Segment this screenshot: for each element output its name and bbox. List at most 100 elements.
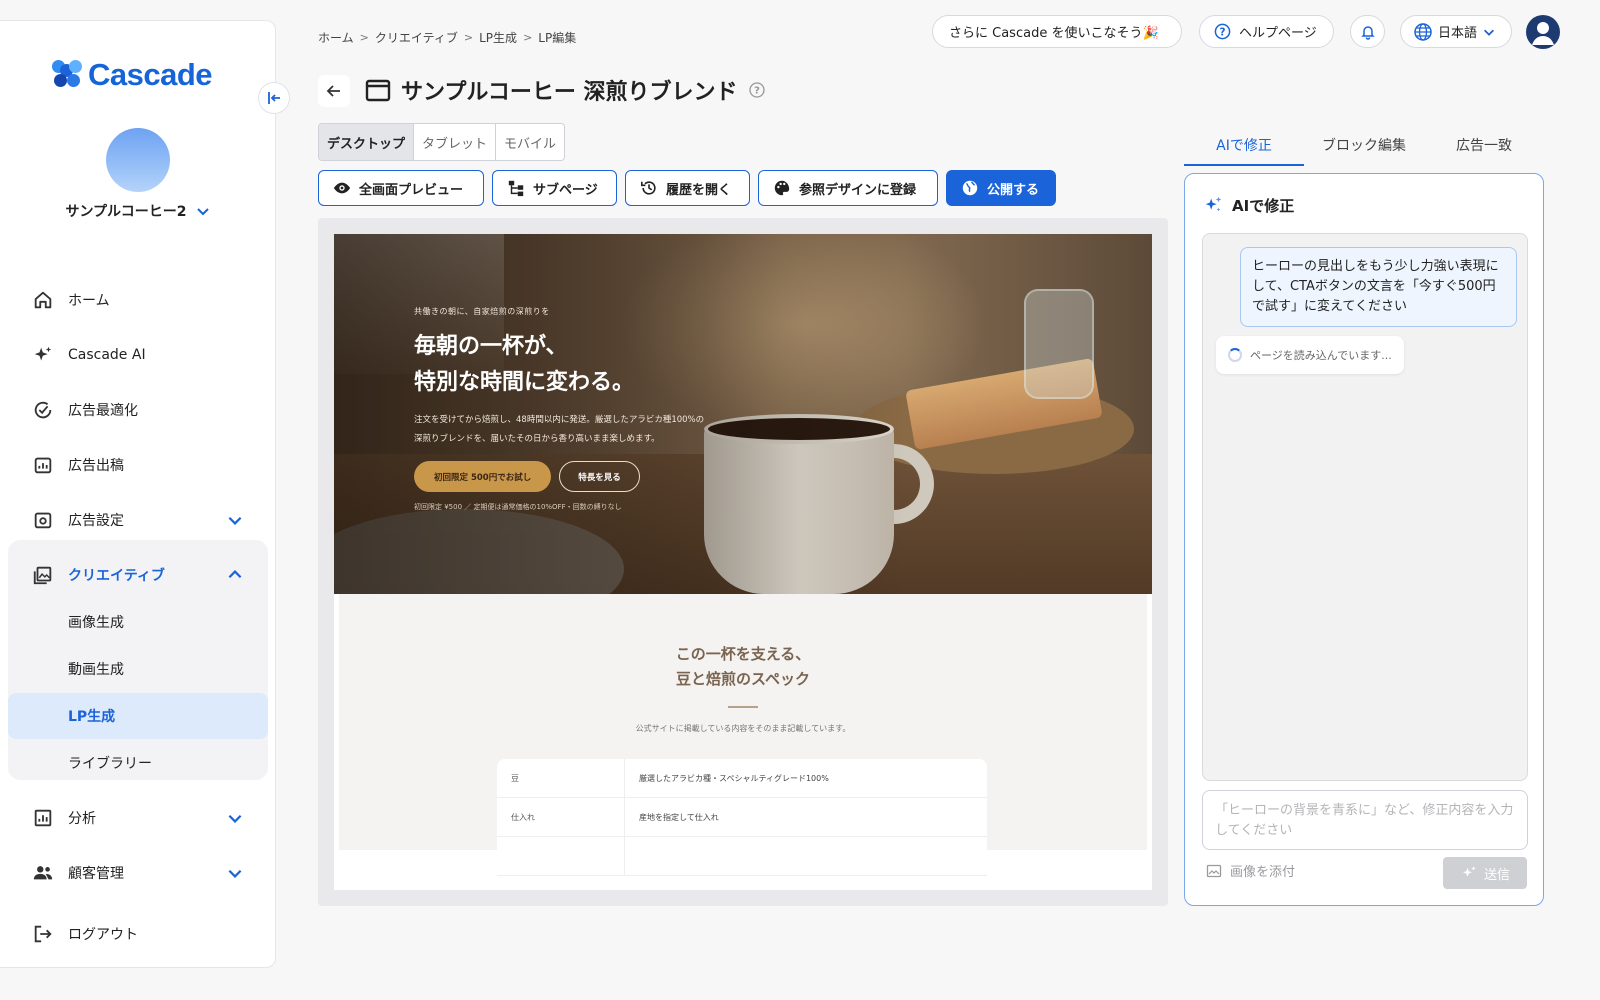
help-circle-icon[interactable]: ? (748, 81, 766, 99)
spec-divider (728, 706, 758, 708)
ai-fix-panel: AIで修正 ヒーローの見出しをもう少し力強い表現にして、CTAボタンの文言を「今… (1184, 173, 1544, 906)
back-button[interactable] (318, 75, 350, 107)
send-button[interactable]: 送信 (1443, 857, 1527, 889)
sidebar-subitem-video-gen[interactable]: 動画生成 (8, 646, 268, 692)
sidebar-item-analytics[interactable]: 分析 (8, 795, 268, 841)
cascade-logo-mark (52, 60, 82, 90)
publish-button[interactable]: 公開する (946, 170, 1056, 206)
history-button[interactable]: 履歴を開く (625, 170, 750, 206)
notifications-button[interactable] (1350, 15, 1385, 48)
attach-image-button[interactable]: 画像を添付 (1206, 861, 1295, 880)
subpage-button[interactable]: サブページ (492, 170, 617, 206)
sparkle-icon (1462, 866, 1476, 877)
hero-cta-secondary[interactable]: 特長を見る (559, 461, 640, 492)
hero-note: 初回限定 ¥500 ／ 定期便は通常価格の10%OFF・回数の縛りなし (414, 503, 622, 511)
spec-title: この一杯を支える、 豆と焙煎のスペック (339, 642, 1147, 692)
eye-icon (333, 182, 351, 194)
lp-preview[interactable]: 共働きの朝に、自家焙煎の深煎りを 毎朝の一杯が、 特別な時間に変わる。 注文を受… (334, 234, 1152, 890)
chevron-down-icon (196, 208, 209, 216)
sidebar-item-label: 広告最適化 (68, 403, 138, 419)
arrow-left-icon (326, 85, 340, 97)
hero-headline: 毎朝の一杯が、 特別な時間に変わる。 (414, 329, 704, 401)
hero-ctas: 初回限定 500円でお試し 特長を見る (414, 461, 704, 492)
device-tablet-tab[interactable]: タブレット (414, 124, 497, 160)
user-message: ヒーローの見出しをもう少し力強い表現にして、CTAボタンの文言を「今すぐ500円… (1240, 247, 1517, 327)
register-design-button[interactable]: 参照デザインに登録 (758, 170, 938, 206)
lp-hero[interactable]: 共働きの朝に、自家焙煎の深煎りを 毎朝の一杯が、 特別な時間に変わる。 注文を受… (334, 234, 1152, 594)
spec-value: 産地を指定して仕入れ (639, 812, 719, 822)
sidebar-item-ad-settings[interactable]: 広告設定 (8, 497, 268, 543)
spec-title-line2: 豆と焙煎のスペック (676, 670, 810, 688)
hero-headline-line1: 毎朝の一杯が、 (414, 334, 568, 359)
chevron-up-icon (228, 570, 242, 579)
cascade-logo[interactable]: Cascade (52, 57, 213, 93)
promo-button[interactable]: さらに Cascade を使いこなそう🎉 (932, 15, 1182, 48)
globe-icon (1414, 22, 1432, 41)
sidebar-item-logout[interactable]: ログアウト (8, 911, 268, 957)
history-label: 履歴を開く (666, 182, 732, 198)
breadcrumb-lp-edit: LP編集 (538, 31, 577, 45)
table-row (497, 837, 987, 876)
image-icon (1206, 864, 1222, 877)
account-switcher[interactable]: サンプルコーヒー2 (0, 201, 276, 221)
hero-lead: 注文を受けてから焙煎し、48時間以内に発送。厳選したアラビカ種100%の 深煎り… (414, 411, 704, 449)
brand-name: Cascade (88, 57, 213, 92)
chevron-down-icon (228, 869, 242, 878)
breadcrumb-home[interactable]: ホーム (318, 29, 354, 46)
breadcrumb-lp-gen[interactable]: LP生成 (479, 29, 517, 46)
sidebar-item-creative[interactable]: クリエイティブ (8, 552, 268, 598)
sidebar-item-ad-publish[interactable]: 広告出稿 (8, 442, 268, 488)
tab-ai-fix[interactable]: AIで修正 (1184, 128, 1304, 166)
svg-text:?: ? (754, 86, 760, 97)
chevron-down-icon (1484, 29, 1495, 36)
fullscreen-preview-label: 全画面プレビュー (359, 182, 464, 198)
sidebar-item-ad-optimization[interactable]: 広告最適化 (8, 387, 268, 433)
subpage-label: サブページ (533, 182, 598, 198)
spec-key (497, 837, 625, 875)
ai-fix-header: AIで修正 (1202, 194, 1294, 216)
ai-fix-input[interactable]: 「ヒーローの背景を青系に」など、修正内容を入力してください (1202, 790, 1528, 850)
account-avatar[interactable] (106, 128, 170, 192)
ai-status-text: ページを読み込んでいます... (1250, 349, 1392, 362)
device-desktop-tab[interactable]: デスクトップ (319, 124, 415, 160)
user-avatar[interactable] (1526, 15, 1560, 49)
page-title: サンプルコーヒー 深煎りブレンド (401, 80, 738, 105)
hero-cta-primary[interactable]: 初回限定 500円でお試し (414, 461, 552, 492)
optimize-icon (34, 401, 52, 419)
bell-icon (1360, 25, 1375, 40)
device-mobile-tab[interactable]: モバイル (496, 124, 564, 160)
hero-eyebrow: 共働きの朝に、自家焙煎の深煎りを (414, 307, 550, 316)
sidebar-subitem-lp-gen[interactable]: LP生成 (8, 693, 268, 739)
spec-title-line1: この一杯を支える、 (675, 645, 811, 663)
spec-value: 厳選したアラビカ種・スペシャルティグレード100% (639, 773, 829, 783)
breadcrumb-creative[interactable]: クリエイティブ (375, 29, 458, 46)
attach-image-label: 画像を添付 (1230, 865, 1296, 880)
spec-subtitle: 公式サイトに掲載している内容をそのまま記載しています。 (635, 724, 851, 733)
sidebar-subitem-image-gen[interactable]: 画像生成 (8, 599, 268, 645)
browser-window-icon (365, 79, 391, 102)
sidebar-item-home[interactable]: ホーム (8, 277, 268, 323)
help-icon: ? (1214, 23, 1231, 40)
sparkle-icon (1205, 196, 1222, 212)
language-select[interactable]: 日本語 (1400, 15, 1512, 48)
sparkle-icon (34, 346, 52, 361)
chat-history[interactable]: ヒーローの見出しをもう少し力強い表現にして、CTAボタンの文言を「今すぐ500円… (1202, 233, 1528, 781)
lp-spec-section[interactable]: この一杯を支える、 豆と焙煎のスペック 公式サイトに掲載している内容をそのまま記… (339, 594, 1147, 876)
spec-value (625, 837, 639, 875)
sidebar-item-customers[interactable]: 顧客管理 (8, 850, 268, 896)
language-label: 日本語 (1438, 26, 1478, 41)
hero-lead-line2: 深煎りブレンドを、届いたその日から香り高いまま楽しめます。 (414, 434, 660, 444)
help-button[interactable]: ? ヘルプページ (1199, 15, 1334, 48)
sidebar-item-label: 広告設定 (68, 513, 124, 529)
sidebar-item-cascade-ai[interactable]: Cascade AI (8, 332, 268, 378)
tab-ad-match[interactable]: 広告一致 (1424, 128, 1544, 166)
sidebar-subitem-library[interactable]: ライブラリー (8, 740, 268, 786)
sidebar-collapse-button[interactable] (258, 82, 290, 114)
publish-label: 公開する (987, 182, 1040, 198)
tab-block-edit[interactable]: ブロック編集 (1304, 128, 1424, 166)
image-gallery-icon (33, 566, 52, 585)
palette-icon (774, 180, 790, 196)
ai-fix-title: AIで修正 (1232, 196, 1295, 215)
fullscreen-preview-button[interactable]: 全画面プレビュー (318, 170, 484, 206)
spec-table: 豆 厳選したアラビカ種・スペシャルティグレード100% 仕入れ 産地を指定して仕… (497, 759, 987, 876)
